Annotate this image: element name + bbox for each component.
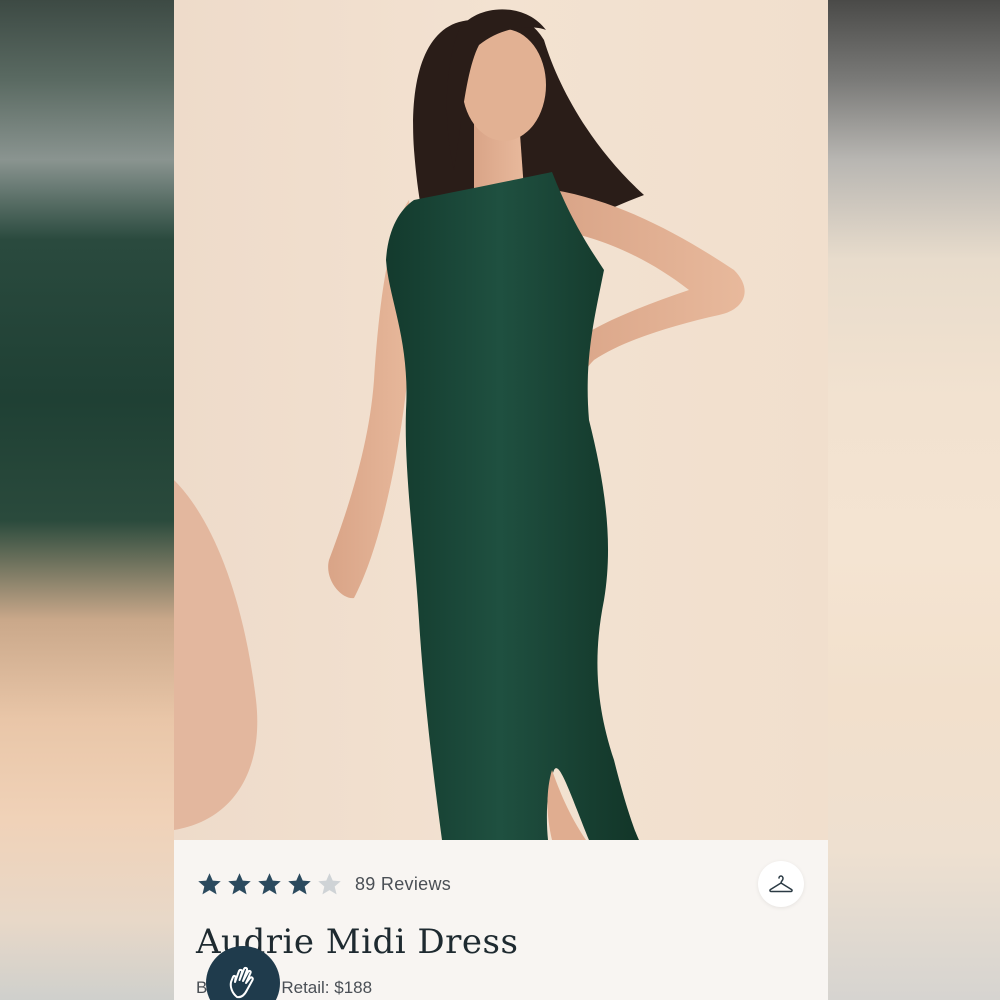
reviews-link[interactable]: 89 Reviews (355, 874, 451, 895)
hanger-icon (769, 875, 793, 893)
star-icon (258, 873, 281, 895)
screenshot-frame: 89 Reviews Audrie Midi Dress B Retail: $1… (0, 0, 1000, 1000)
rating-row[interactable]: 89 Reviews (196, 871, 451, 898)
blurred-backdrop-left (0, 0, 174, 1000)
star-icon (198, 873, 221, 895)
model-illustration (174, 0, 828, 840)
star-icon (228, 873, 251, 895)
blurred-backdrop-right (828, 0, 1000, 1000)
retail-price-label: Retail: $188 (281, 978, 373, 997)
star-icon (288, 873, 311, 895)
waving-hand-icon (229, 966, 254, 999)
product-photo[interactable] (174, 0, 828, 840)
star-empty-icon (318, 873, 341, 895)
product-info: 89 Reviews Audrie Midi Dress B Retail: $1… (174, 840, 828, 1000)
product-card: 89 Reviews Audrie Midi Dress B Retail: $1… (174, 0, 828, 1000)
hanger-button[interactable] (758, 861, 804, 907)
